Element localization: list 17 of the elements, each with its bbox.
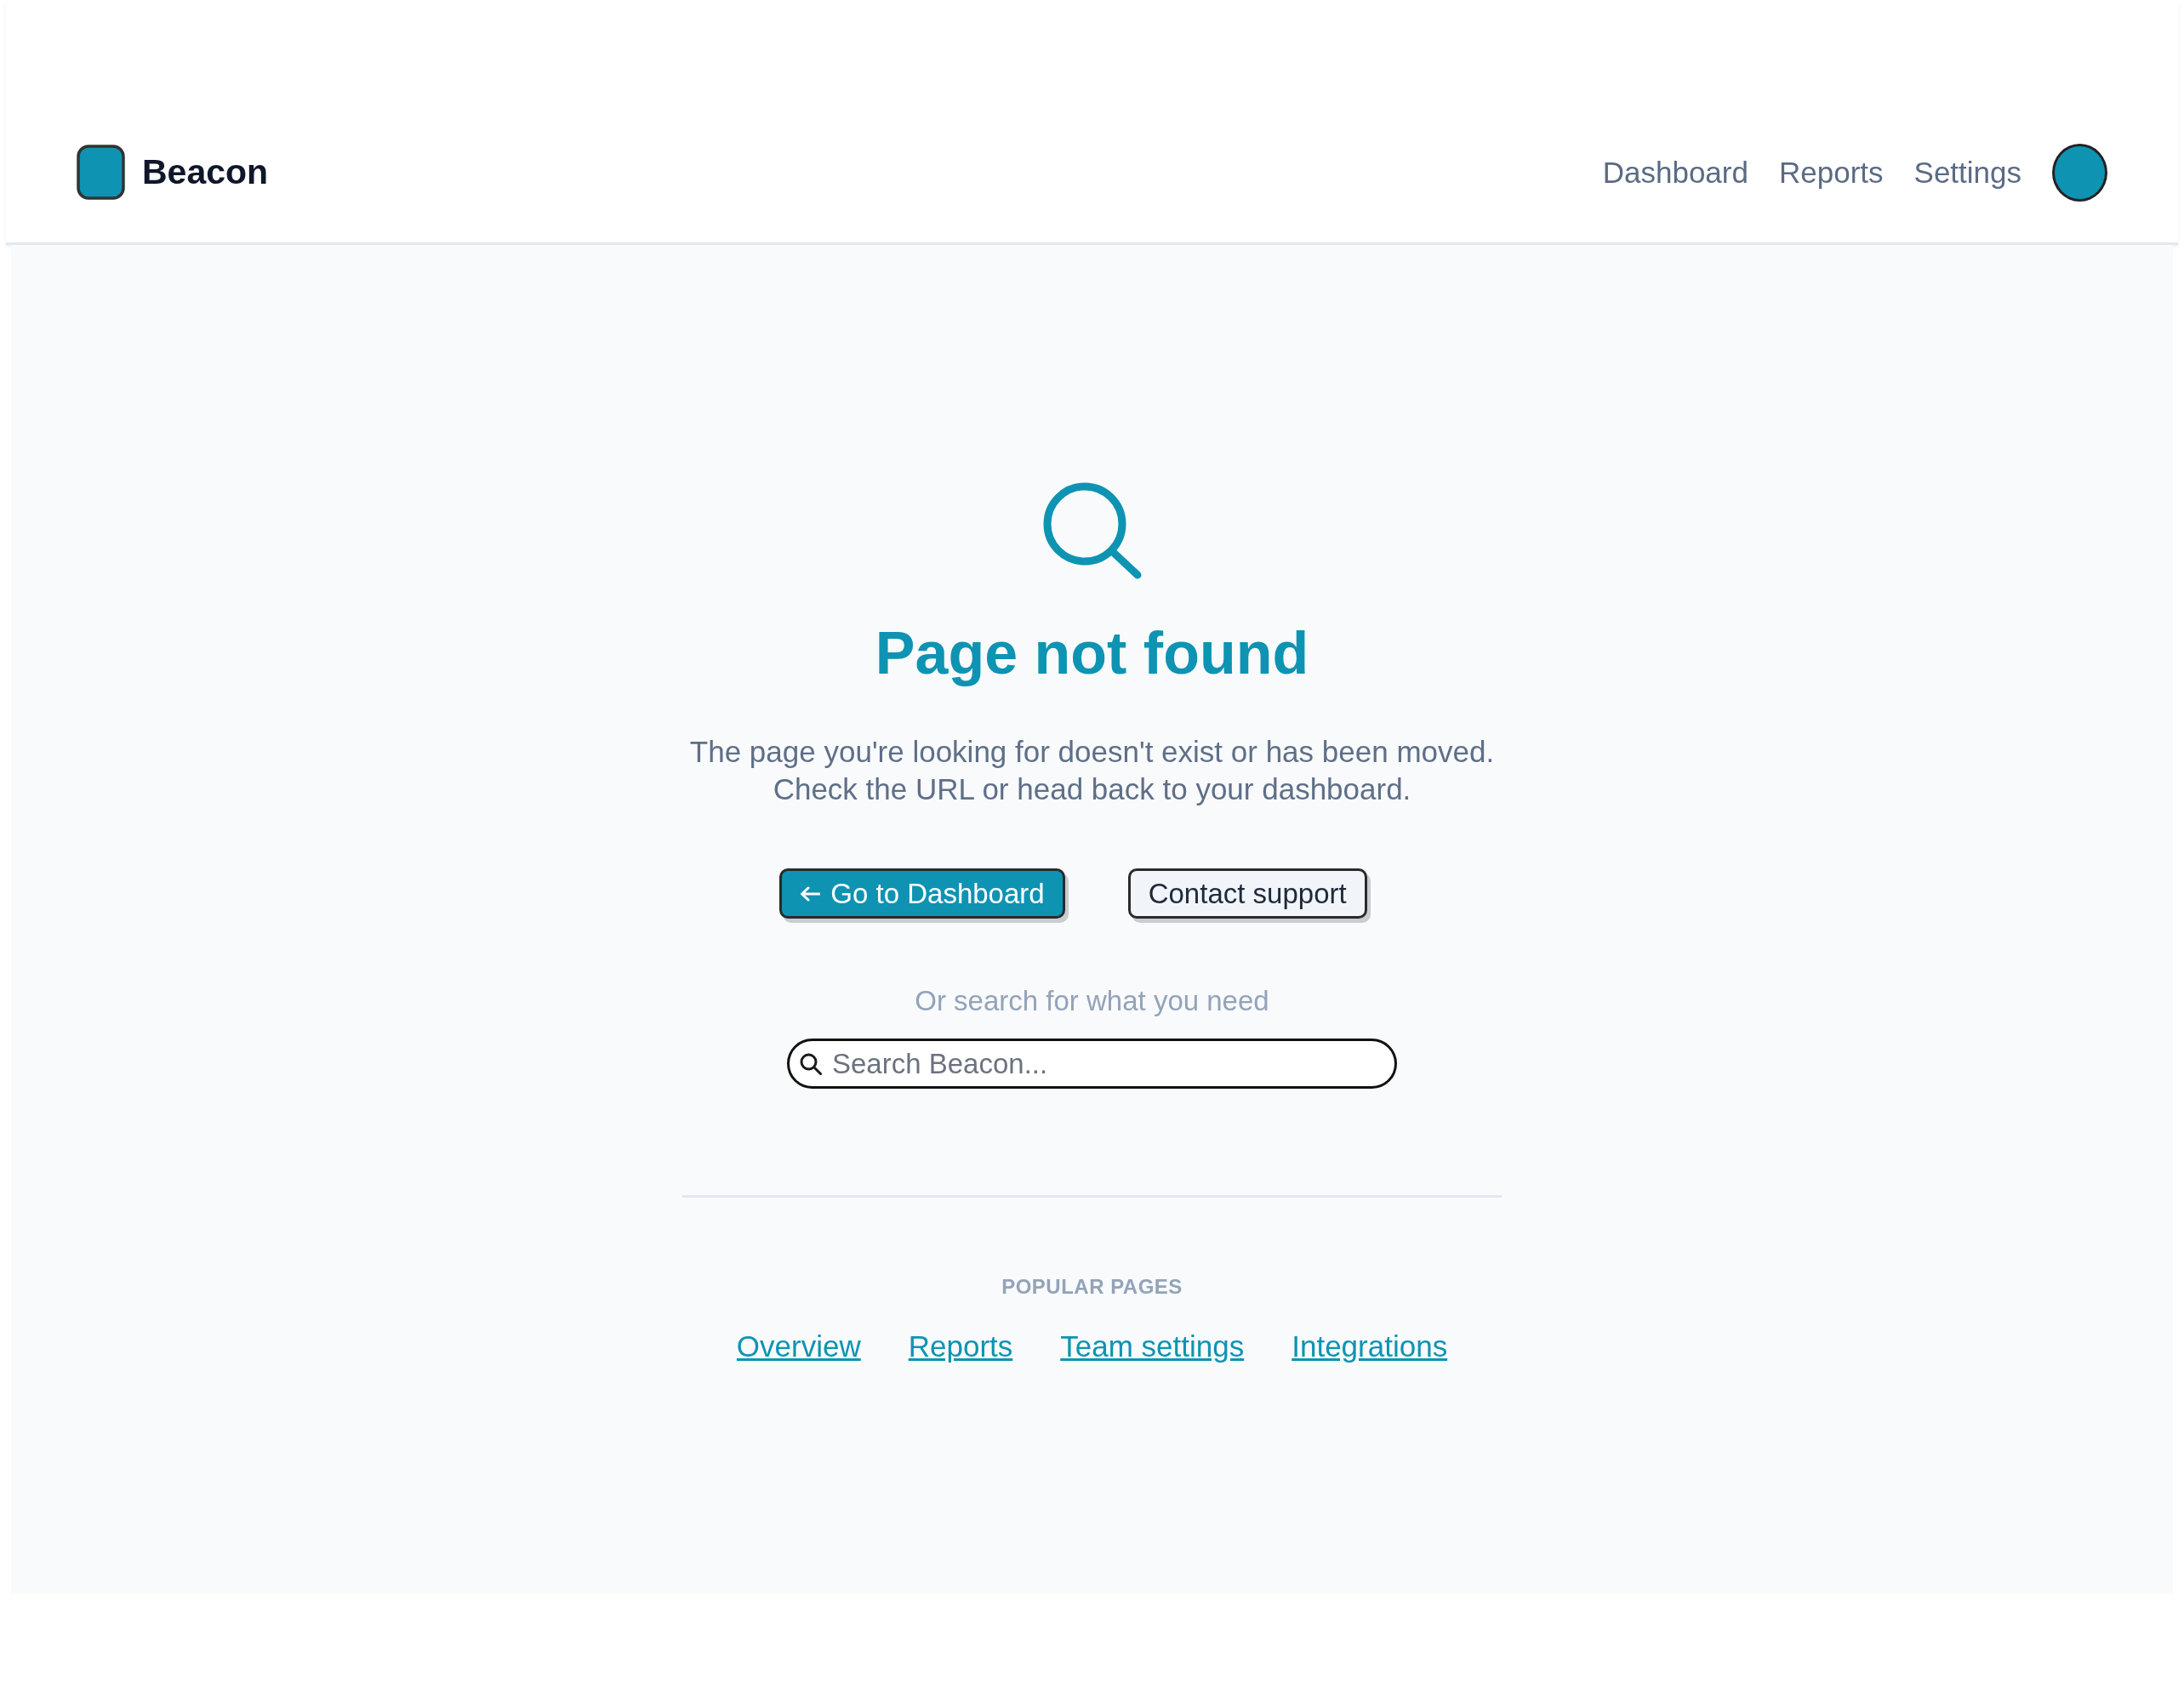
search-field[interactable]: Search Beacon... <box>787 1039 1397 1089</box>
search-icon <box>799 1052 823 1076</box>
section-heading: POPULAR PAGES <box>1001 1274 1183 1300</box>
popular-link[interactable]: Overview <box>736 1328 861 1365</box>
brand-name: Beacon <box>142 152 269 192</box>
nav-link[interactable]: Settings <box>1913 155 2021 190</box>
error-message: The page you're looking for doesn't exist or has been moved. Check the URL or head back to your dashboard. <box>689 734 1495 807</box>
nav-link[interactable]: Dashboard <box>1602 155 1748 190</box>
magnifier-icon <box>1041 481 1143 579</box>
nav-link[interactable]: Reports <box>1778 155 1884 190</box>
popular-link[interactable]: Team settings <box>1060 1328 1245 1365</box>
logo-icon <box>77 145 125 200</box>
search-prompt: Or search for what you need <box>915 984 1269 1018</box>
popular-link[interactable]: Integrations <box>1292 1328 1448 1365</box>
error-title: Page not found <box>875 619 1309 688</box>
arrow-left-icon <box>800 885 821 902</box>
popular-link[interactable]: Reports <box>908 1328 1013 1365</box>
